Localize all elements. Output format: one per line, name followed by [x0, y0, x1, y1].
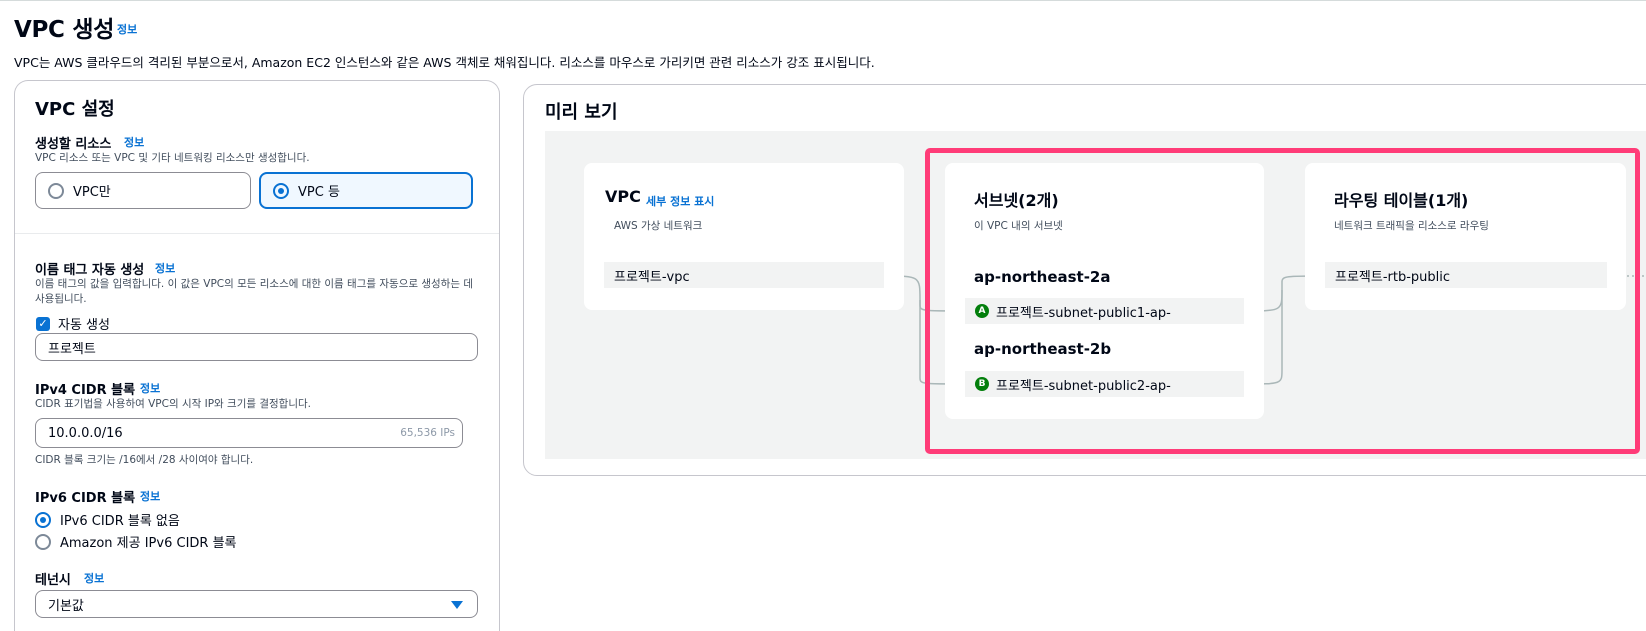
vpc-resource[interactable]: 프로젝트-vpc: [604, 262, 884, 288]
vpc-details-link[interactable]: 세부 정보 표시: [646, 193, 714, 209]
vpc-card-subtitle: AWS 가상 네트워크: [614, 220, 703, 232]
vpc-resource-name: 프로젝트-vpc: [614, 269, 690, 285]
highlight-annotation-box: [925, 148, 1640, 454]
vpc-card-title: VPC: [605, 187, 641, 206]
